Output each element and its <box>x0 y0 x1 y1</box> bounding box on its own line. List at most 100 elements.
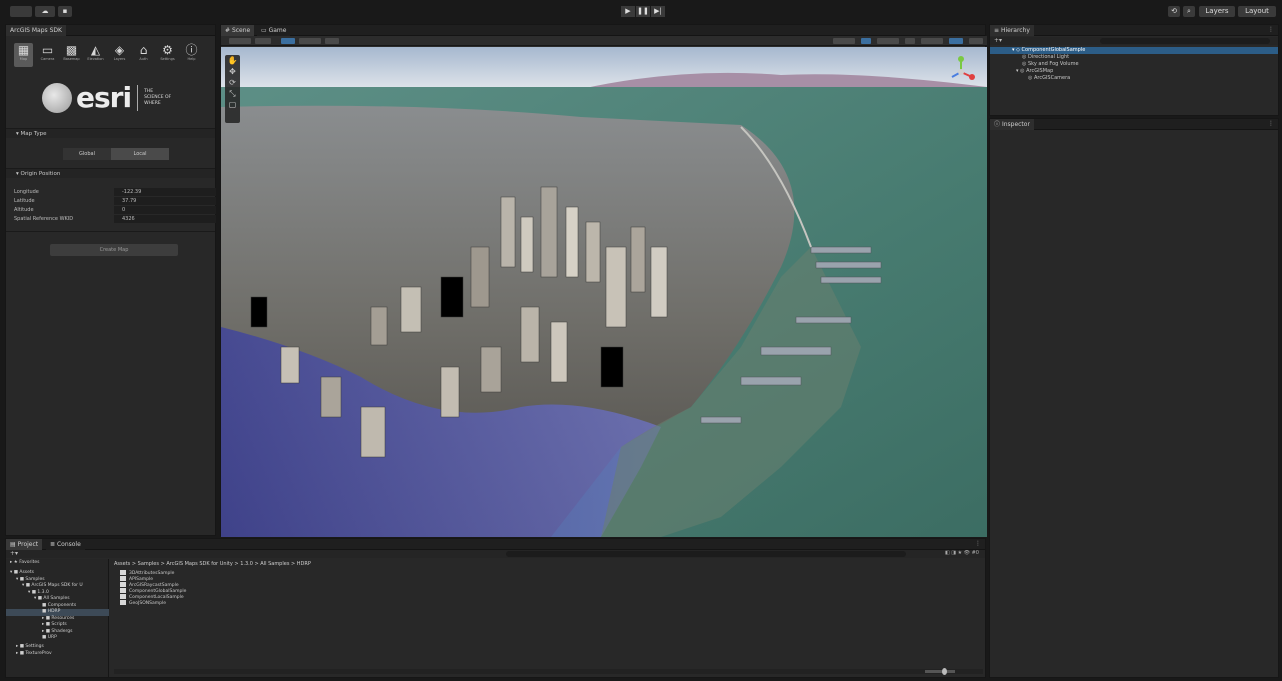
field-longitude: Longitude -122.39 <box>14 188 216 196</box>
inspector-tab-header: ⓘ Inspector ⋮ <box>990 119 1278 130</box>
tool-auth-button[interactable]: ⌂ Auth <box>134 43 153 67</box>
field-label: Altitude <box>14 207 34 213</box>
space-toggle[interactable] <box>299 38 321 44</box>
rotate-icon[interactable]: ⟳ <box>225 77 240 88</box>
horizontal-scrollbar[interactable] <box>114 669 983 674</box>
move-icon[interactable]: ✥ <box>225 66 240 77</box>
tab-game[interactable]: ▭ Game <box>257 25 291 36</box>
effects-dropdown[interactable] <box>877 38 899 44</box>
hierarchy-search-input[interactable] <box>1100 38 1270 44</box>
snap-toggle[interactable] <box>325 38 339 44</box>
scene-file-icon <box>120 582 126 587</box>
slider-knob[interactable] <box>942 668 947 675</box>
collab-icon[interactable]: ▪ <box>58 6 72 17</box>
map-type-global-option[interactable]: Global <box>63 148 111 160</box>
map-type-section-header[interactable]: ▾ Map Type <box>6 128 215 138</box>
tool-basemap-button[interactable]: ▩ Basemap <box>62 43 81 67</box>
file-item[interactable]: GeoJSONSample <box>120 600 166 606</box>
gameobject-icon: ◎ <box>1022 61 1027 67</box>
wkid-input[interactable]: 4326 <box>114 215 216 223</box>
tree-label: Shadergs <box>51 628 73 634</box>
layout-dropdown[interactable]: Layout <box>1238 6 1276 17</box>
tab-console[interactable]: ≣ Console <box>46 539 85 550</box>
rect-icon[interactable]: ▢ <box>225 99 240 110</box>
gizmos-dropdown[interactable] <box>833 38 855 44</box>
origin-position-section-header[interactable]: ▾ Origin Position <box>6 168 215 178</box>
tab-hierarchy[interactable]: ≡ Hierarchy <box>990 25 1034 36</box>
project-tab-header: ▤ Project ≣ Console ⋮ <box>6 539 985 550</box>
map-type-local-option[interactable]: Local <box>111 148 169 160</box>
project-tree: ▸ ★ Favorites ▾ ■ Assets ▾ ■ Samples ▾ ■… <box>6 559 109 677</box>
tree-label: Resources <box>51 615 75 621</box>
latitude-input[interactable]: 37.79 <box>114 197 216 205</box>
hierarchy-item[interactable]: ◎ Directional Light <box>990 54 1278 61</box>
arcgis-maps-panel: ArcGIS Maps SDK ▦ Map ▭ Camera ▩ Basemap ◭ E… <box>5 24 216 536</box>
field-label: Spatial Reference WKID <box>14 216 74 222</box>
overlay-toggle[interactable] <box>969 38 983 44</box>
project-search-input[interactable] <box>506 551 906 557</box>
info-icon: ⓘ <box>994 121 1001 128</box>
tool-layers-button[interactable]: ◈ Layers <box>110 43 129 67</box>
hierarchy-item[interactable]: ▾ ◎ ArcGISMap <box>990 68 1278 75</box>
item-label: ArcGISCamera <box>1033 75 1071 81</box>
step-icon[interactable]: ▶| <box>651 6 665 17</box>
layers-icon: ◈ <box>114 43 125 57</box>
lighting-toggle[interactable] <box>861 38 871 44</box>
cloud-icon[interactable]: ☁ <box>35 6 55 17</box>
scene-file-icon <box>120 594 126 599</box>
icon-size-slider[interactable] <box>925 668 955 675</box>
tool-camera-button[interactable]: ▭ Camera <box>38 43 57 67</box>
search-icon[interactable]: ⌕ <box>1183 6 1195 17</box>
item-label: ArcGISMap <box>1026 68 1054 74</box>
pivot-toggle[interactable] <box>281 38 295 44</box>
project-panel: ▤ Project ≣ Console ⋮ +▾ ◧ ◨ ★ 👁 #0 ▸ ★ … <box>5 538 986 678</box>
tool-settings-button[interactable]: ⚙ Settings <box>158 43 177 67</box>
hierarchy-item-scene[interactable]: ▾ ◇ ComponentGlobalSample <box>990 47 1278 54</box>
help-icon: ⓘ <box>185 43 198 57</box>
tree-label: Favorites <box>19 560 40 565</box>
camera-dropdown[interactable] <box>921 38 943 44</box>
favorites-header[interactable]: ▸ ★ Favorites <box>10 560 40 567</box>
tab-arcgis-maps[interactable]: ArcGIS Maps SDK <box>6 25 66 36</box>
tool-map-button[interactable]: ▦ Map <box>14 43 33 67</box>
account-button[interactable] <box>10 6 32 17</box>
layers-dropdown[interactable]: Layers <box>1199 6 1235 17</box>
tool-help-button[interactable]: ⓘ Help <box>182 43 201 67</box>
hand-icon[interactable]: ✋ <box>225 55 240 66</box>
tree-item[interactable]: ▸ ■ TextureProv <box>16 651 52 658</box>
settings-icon: ⚙ <box>162 43 173 57</box>
menu-icon[interactable]: ⋮ <box>1268 120 1274 127</box>
add-icon[interactable]: +▾ <box>10 550 18 557</box>
breadcrumb[interactable]: Assets > Samples > ArcGIS Maps SDK for U… <box>114 561 311 567</box>
tool-elevation-button[interactable]: ◭ Elevation <box>86 43 105 67</box>
scene-file-icon <box>120 588 126 593</box>
audio-toggle[interactable] <box>905 38 915 44</box>
altitude-input[interactable]: 0 <box>114 206 216 214</box>
tab-inspector[interactable]: ⓘ Inspector <box>990 119 1034 130</box>
draw-mode-dropdown[interactable] <box>229 38 251 44</box>
gameobject-icon: ◎ <box>1022 54 1027 60</box>
tab-project[interactable]: ▤ Project <box>6 539 43 550</box>
scene-viewport[interactable]: ✋ ✥ ⟳ ⤡ ▢ <box>221 47 987 537</box>
filter-icons[interactable]: ◧ ◨ ★ 👁 #0 <box>945 550 979 556</box>
basemap-icon: ▩ <box>65 43 78 57</box>
add-icon[interactable]: +▾ <box>994 37 1002 44</box>
tree-item[interactable]: ■ URP <box>42 635 57 642</box>
longitude-input[interactable]: -122.39 <box>114 188 216 196</box>
pause-icon[interactable]: ❚❚ <box>636 6 650 17</box>
2d-toggle[interactable] <box>255 38 271 44</box>
star-icon: ★ <box>13 560 18 565</box>
create-map-button[interactable]: Create Map <box>50 244 178 256</box>
hierarchy-item[interactable]: ◎ Sky and Fog Volume <box>990 61 1278 68</box>
item-label: Directional Light <box>1027 54 1070 60</box>
grid-toggle[interactable] <box>949 38 963 44</box>
scale-icon[interactable]: ⤡ <box>225 88 240 99</box>
hierarchy-item[interactable]: ◎ ArcGISCamera <box>990 75 1278 82</box>
orientation-gizmo-icon[interactable] <box>947 55 975 89</box>
menu-icon[interactable]: ⋮ <box>975 540 981 547</box>
tab-label: Inspector <box>1001 121 1030 128</box>
tab-scene[interactable]: # Scene <box>221 25 255 36</box>
menu-icon[interactable]: ⋮ <box>1268 26 1274 33</box>
history-icon[interactable]: ⟲ <box>1168 6 1180 17</box>
play-icon[interactable]: ▶ <box>621 6 635 17</box>
